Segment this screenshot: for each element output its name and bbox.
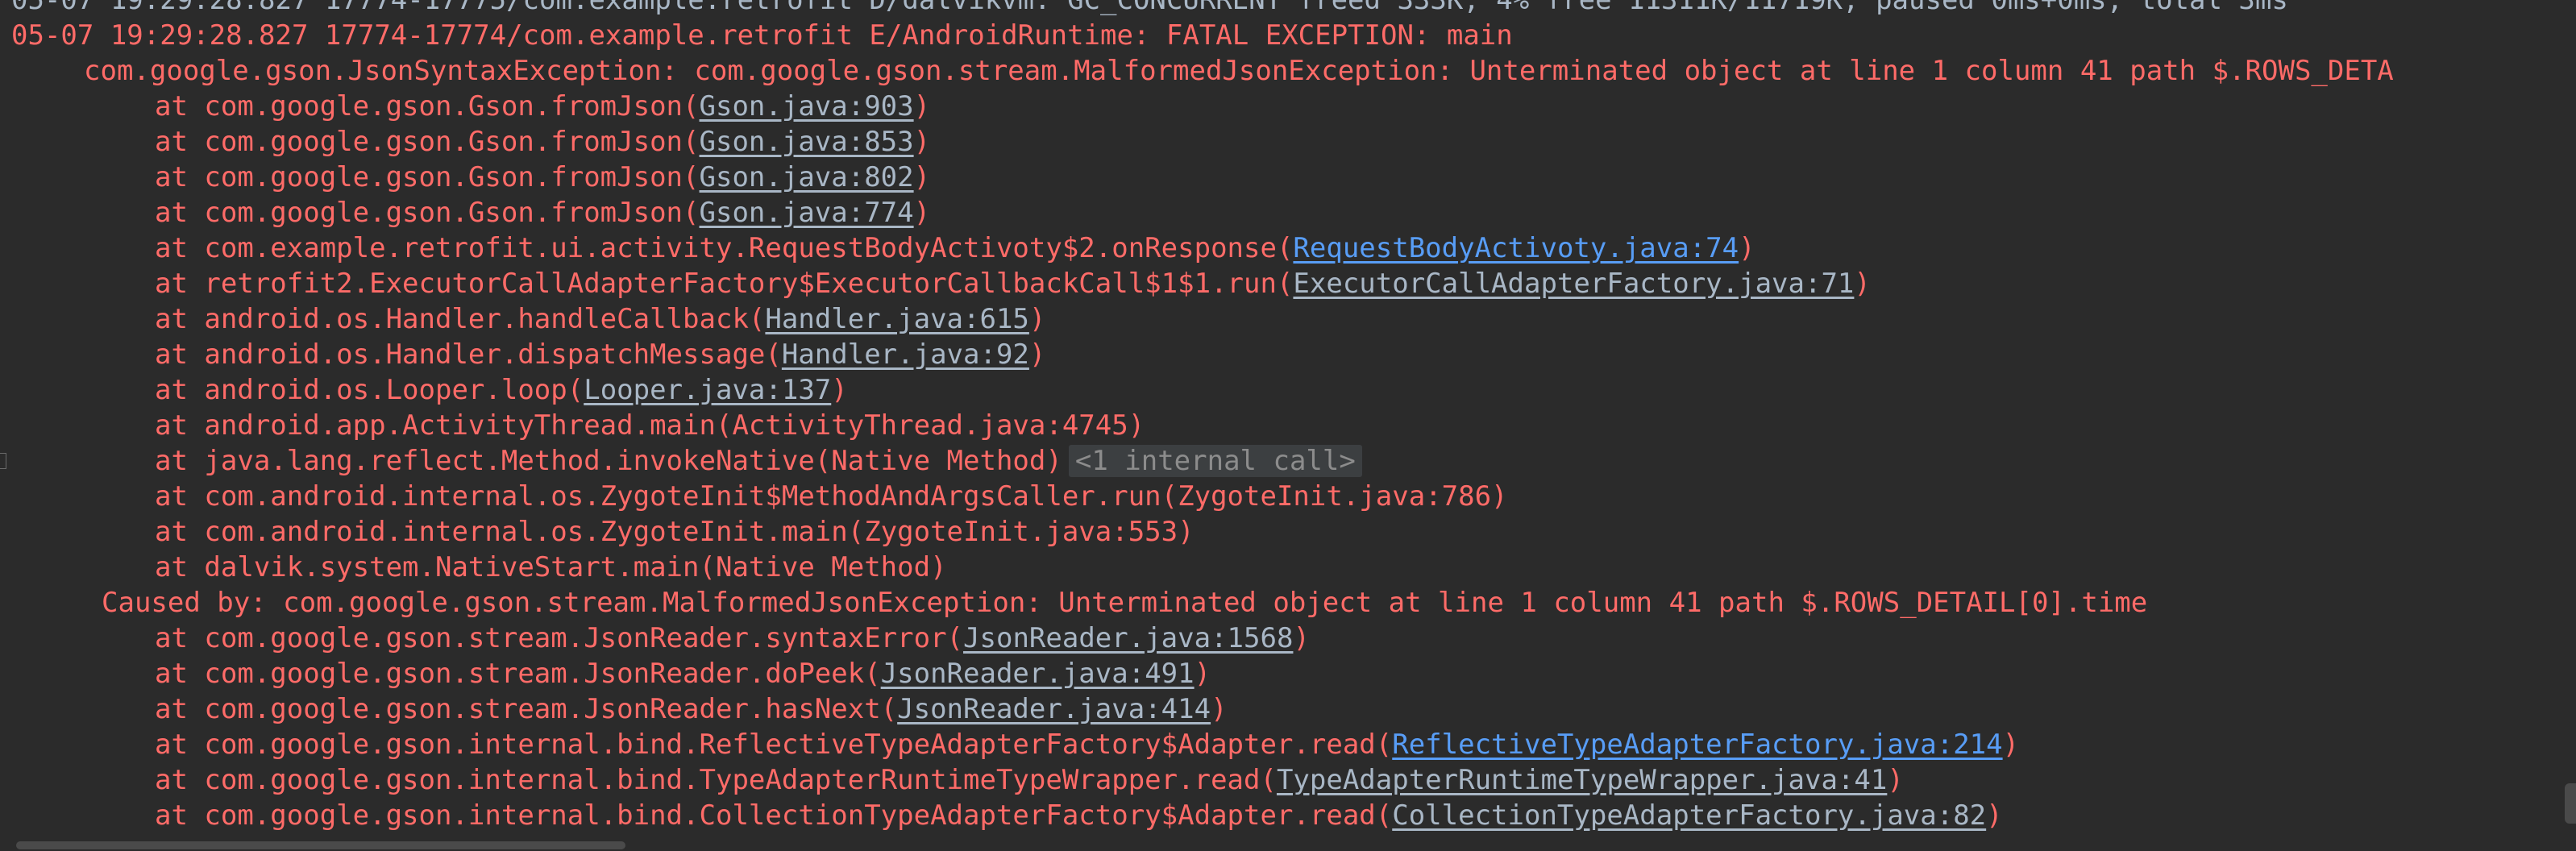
source-link[interactable]: Looper.java:137 bbox=[584, 374, 831, 406]
stack-frame: at android.os.Handler.dispatchMessage(Ha… bbox=[0, 337, 1045, 372]
stack-frame-method: at com.example.retrofit.ui.activity.Requ… bbox=[155, 232, 1294, 264]
stack-frame-close: ) bbox=[1028, 338, 1046, 371]
stack-frame-close: ) bbox=[1854, 268, 1871, 300]
stack-frame: at android.app.ActivityThread.main(Activ… bbox=[155, 409, 1145, 442]
stack-frame: at com.android.internal.os.ZygoteInit$Me… bbox=[155, 480, 1508, 513]
fold-gutter-icon[interactable] bbox=[0, 453, 6, 469]
stack-frame-close: ) bbox=[913, 126, 931, 158]
log-line-exception: com.google.gson.JsonSyntaxException: com… bbox=[84, 55, 2394, 87]
source-link[interactable]: CollectionTypeAdapterFactory.java:82 bbox=[1392, 799, 1986, 832]
stack-frame: at com.google.gson.Gson.fromJson(Gson.ja… bbox=[0, 124, 930, 160]
stack-frame: at com.google.gson.Gson.fromJson(Gson.ja… bbox=[0, 160, 930, 195]
stack-frame-close: ) bbox=[913, 161, 931, 193]
stack-frame-method: at android.os.Handler.handleCallback( bbox=[155, 303, 766, 335]
stack-frame-method: at com.google.gson.internal.bind.Collect… bbox=[155, 799, 1393, 832]
stack-frame: at android.os.Looper.loop(Looper.java:13… bbox=[0, 372, 848, 408]
source-link[interactable]: TypeAdapterRuntimeTypeWrapper.java:41 bbox=[1277, 764, 1887, 796]
stack-frame: at com.google.gson.Gson.fromJson(Gson.ja… bbox=[0, 195, 930, 230]
stack-frame: at com.example.retrofit.ui.activity.Requ… bbox=[0, 230, 1755, 266]
log-line-gc: 05-07 19:29:28.827 17774-17775/com.examp… bbox=[11, 0, 2288, 16]
stack-frame-close: ) bbox=[1986, 799, 2003, 832]
stack-frame: at com.google.gson.internal.bind.Reflect… bbox=[0, 727, 2019, 762]
stack-frame-method: at java.lang.reflect.Method.invokeNative… bbox=[155, 445, 1062, 477]
source-link[interactable]: Handler.java:615 bbox=[765, 303, 1029, 335]
source-link[interactable]: JsonReader.java:491 bbox=[881, 658, 1195, 690]
stack-frame: at com.google.gson.Gson.fromJson(Gson.ja… bbox=[0, 89, 930, 124]
stack-frame-method: at com.google.gson.stream.JsonReader.doP… bbox=[155, 658, 881, 690]
stack-frame: at com.google.gson.internal.bind.TypeAda… bbox=[0, 762, 1904, 798]
stack-frame-method: at android.os.Handler.dispatchMessage( bbox=[155, 338, 782, 371]
internal-call-fold[interactable]: <1 internal call> bbox=[1068, 445, 1362, 477]
stack-frame-close: ) bbox=[1739, 232, 1755, 264]
stack-frame-close: ) bbox=[1211, 693, 1228, 725]
stack-frame: at retrofit2.ExecutorCallAdapterFactory$… bbox=[0, 266, 1871, 301]
stack-frame: at com.google.gson.internal.bind.Collect… bbox=[0, 798, 2003, 833]
stack-frame-method: at com.google.gson.stream.JsonReader.has… bbox=[155, 693, 898, 725]
stack-frame: at com.android.internal.os.ZygoteInit.ma… bbox=[155, 516, 1195, 548]
stack-frame-method: at com.google.gson.Gson.fromJson( bbox=[155, 126, 700, 158]
stack-frame-close: ) bbox=[1887, 764, 1904, 796]
stack-frame-close: ) bbox=[1293, 622, 1310, 654]
stack-frame-close: ) bbox=[2002, 729, 2020, 761]
log-line-fatal-exception: 05-07 19:29:28.827 17774-17774/com.examp… bbox=[11, 19, 1513, 52]
stack-frame-method: at android.os.Looper.loop( bbox=[155, 374, 584, 406]
stack-frame: at com.google.gson.stream.JsonReader.syn… bbox=[0, 621, 1310, 656]
horizontal-scrollbar[interactable] bbox=[16, 841, 625, 849]
stack-frame-close: ) bbox=[831, 374, 848, 406]
source-link[interactable]: Gson.java:853 bbox=[700, 126, 914, 158]
stack-frame: at dalvik.system.NativeStart.main(Native… bbox=[155, 551, 947, 583]
source-link[interactable]: Gson.java:802 bbox=[700, 161, 914, 193]
stack-frame-method: at com.google.gson.Gson.fromJson( bbox=[155, 161, 700, 193]
logcat-console[interactable]: 05-07 19:29:28.827 17774-17775/com.examp… bbox=[0, 0, 2576, 851]
source-link[interactable]: Handler.java:92 bbox=[782, 338, 1029, 371]
stack-frame-close: ) bbox=[913, 90, 931, 122]
stack-frame-method: at com.google.gson.Gson.fromJson( bbox=[155, 90, 700, 122]
stack-frame: at java.lang.reflect.Method.invokeNative… bbox=[0, 443, 1362, 479]
vertical-scrollbar[interactable] bbox=[2565, 783, 2576, 824]
source-link[interactable]: Gson.java:903 bbox=[700, 90, 914, 122]
stack-frame-method: at com.google.gson.stream.JsonReader.syn… bbox=[155, 622, 964, 654]
stack-frame: at com.google.gson.stream.JsonReader.has… bbox=[0, 691, 1228, 727]
source-link-project[interactable]: ReflectiveTypeAdapterFactory.java:214 bbox=[1392, 729, 2002, 761]
stack-frame-method: at com.google.gson.internal.bind.TypeAda… bbox=[155, 764, 1277, 796]
stack-frame-close: ) bbox=[1194, 658, 1211, 690]
stack-frame: at com.google.gson.stream.JsonReader.doP… bbox=[0, 656, 1211, 691]
log-line-caused-by: Caused by: com.google.gson.stream.Malfor… bbox=[102, 587, 2148, 619]
source-link[interactable]: JsonReader.java:1568 bbox=[963, 622, 1293, 654]
stack-frame-method: at com.google.gson.Gson.fromJson( bbox=[155, 197, 700, 229]
stack-frame-method: at retrofit2.ExecutorCallAdapterFactory$… bbox=[155, 268, 1294, 300]
stack-frame-close: ) bbox=[913, 197, 931, 229]
source-link[interactable]: Gson.java:774 bbox=[700, 197, 914, 229]
source-link[interactable]: ExecutorCallAdapterFactory.java:71 bbox=[1293, 268, 1854, 300]
stack-frame-close: ) bbox=[1028, 303, 1046, 335]
source-link-project[interactable]: RequestBodyActivoty.java:74 bbox=[1293, 232, 1739, 264]
stack-frame: at android.os.Handler.handleCallback(Han… bbox=[0, 301, 1045, 337]
stack-frame-method: at com.google.gson.internal.bind.Reflect… bbox=[155, 729, 1393, 761]
source-link[interactable]: JsonReader.java:414 bbox=[897, 693, 1211, 725]
